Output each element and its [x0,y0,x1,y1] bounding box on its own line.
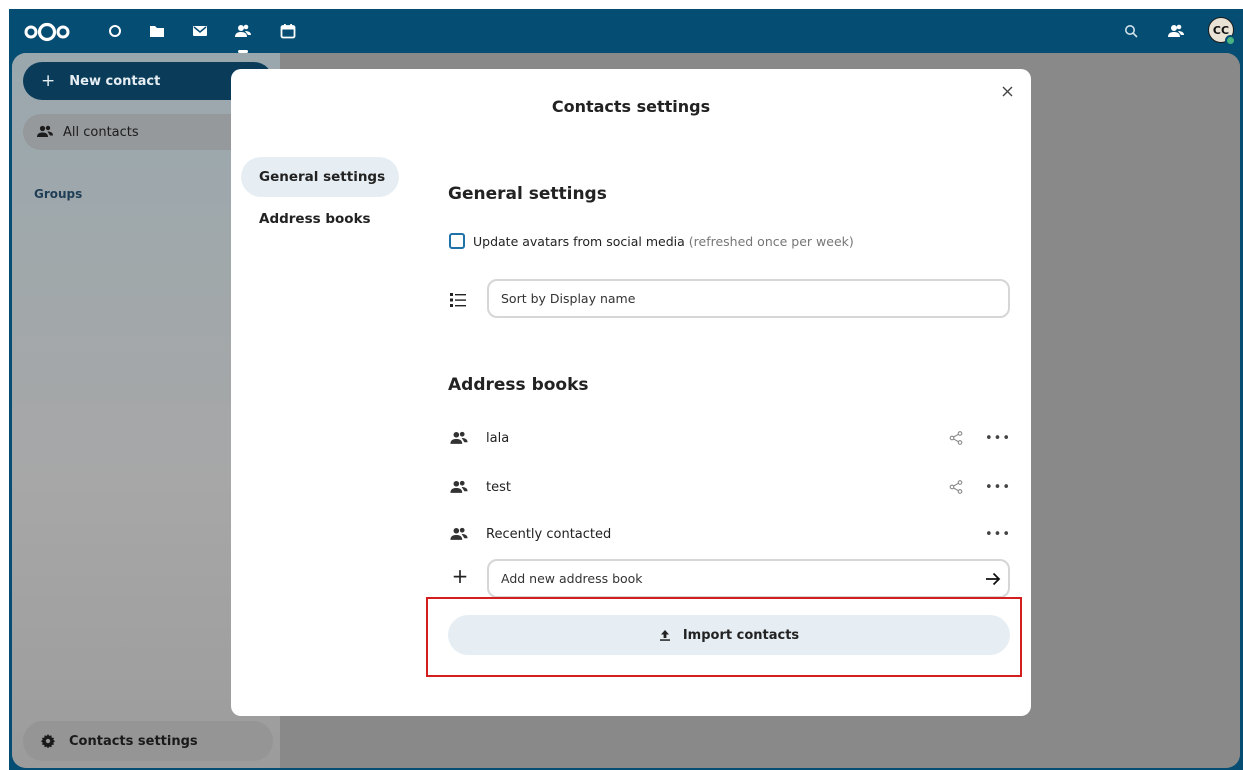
address-book-row: Recently contacted ••• [448,519,1010,549]
address-books-heading: Address books [448,375,589,395]
mail-icon[interactable] [190,21,210,41]
plus-icon: + [451,564,469,588]
address-book-row: test ••• [448,472,1010,502]
address-book-icon [448,476,470,498]
dashboard-icon[interactable] [105,21,125,41]
gear-icon [41,734,55,748]
top-bar: CC [9,9,1243,53]
more-options-icon[interactable]: ••• [985,475,1010,499]
new-address-book-field[interactable] [487,559,1010,598]
settings-label: Contacts settings [69,733,198,749]
avatar-update-option[interactable]: Update avatars from social media (refres… [449,233,854,249]
address-book-icon [448,523,470,545]
new-address-book-input[interactable] [501,571,978,586]
avatar-update-checkbox[interactable] [449,233,465,249]
checkbox-label: Update avatars from social media [473,233,685,249]
more-options-icon[interactable]: ••• [985,426,1010,450]
tab-general-settings[interactable]: General settings [241,157,399,197]
nav-item-label: All contacts [63,124,139,140]
groups-heading: Groups [34,187,83,201]
share-icon[interactable] [944,475,968,499]
submit-address-book-button[interactable] [978,564,1008,594]
checkbox-hint: (refreshed once per week) [688,233,854,249]
calendar-icon[interactable] [278,21,298,41]
settings-sidebar: General settings Address books [241,157,399,241]
close-button[interactable] [997,81,1017,101]
address-book-row: lala ••• [448,423,1010,453]
close-icon [1002,86,1012,96]
plus-icon: + [41,71,56,91]
list-icon [450,293,466,307]
contacts-group-icon [37,125,53,137]
more-options-icon[interactable]: ••• [985,522,1010,546]
modal-title: Contacts settings [551,97,711,116]
new-contact-label: New contact [69,73,161,89]
contacts-menu-icon[interactable] [1165,20,1187,42]
status-indicator [1225,35,1236,46]
contacts-icon[interactable] [233,21,253,41]
highlight-box [426,597,1022,677]
general-settings-heading: General settings [448,184,607,204]
files-icon[interactable] [147,21,167,41]
tab-address-books[interactable]: Address books [241,199,399,239]
address-book-icon [448,427,470,449]
share-icon[interactable] [944,426,968,450]
contacts-settings-button[interactable]: Contacts settings [23,721,273,761]
address-book-name: test [486,479,511,495]
address-book-name: lala [486,430,510,446]
address-book-name: Recently contacted [486,526,612,542]
search-icon[interactable] [1120,20,1142,42]
sort-select[interactable]: Sort by Display name [487,279,1010,318]
logo-icon[interactable] [23,22,71,42]
sort-select-value: Sort by Display name [501,291,636,306]
arrow-right-icon [986,572,1001,585]
